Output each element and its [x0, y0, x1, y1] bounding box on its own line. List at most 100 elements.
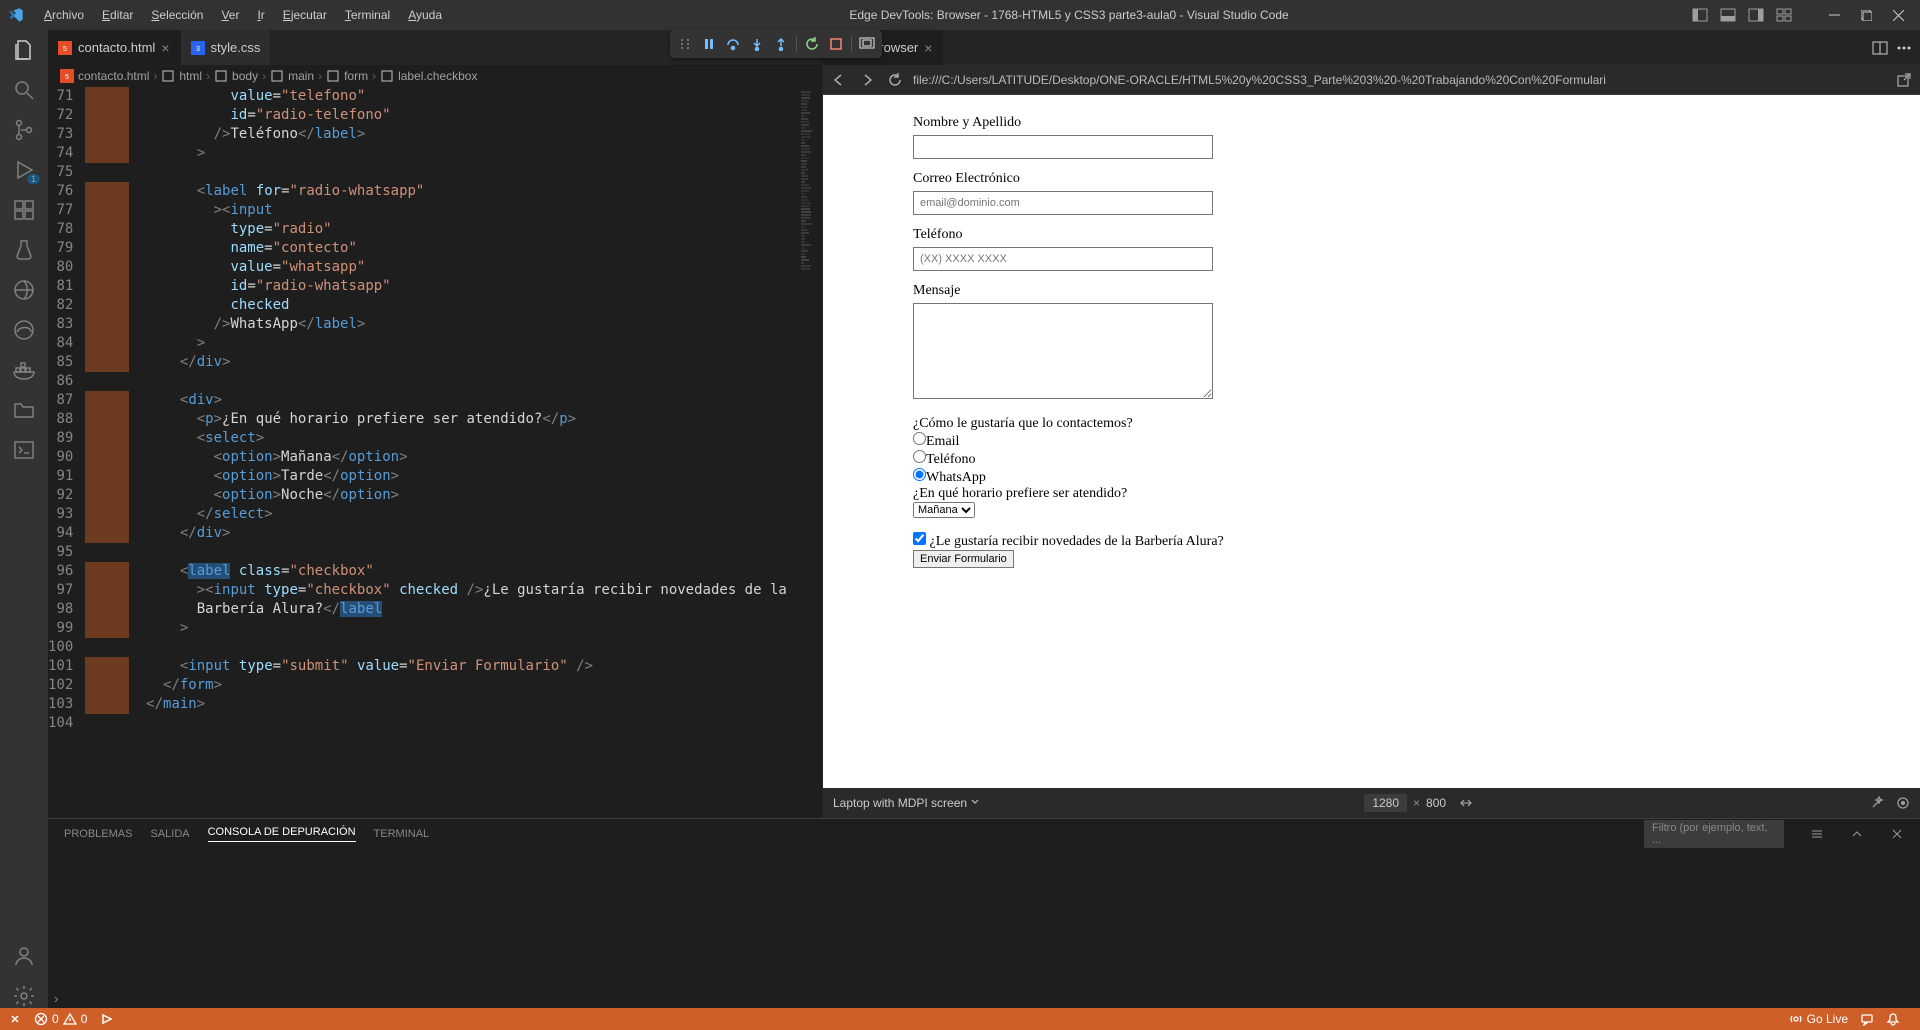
- menu-archivo[interactable]: Archivo: [36, 4, 92, 26]
- submit-button[interactable]: Enviar Formulario: [913, 550, 1014, 568]
- title-bar: ArchivoEditarSelecciónVerIrEjecutarTermi…: [0, 0, 1920, 30]
- close-icon[interactable]: ×: [924, 40, 932, 56]
- explorer-icon[interactable]: [12, 38, 36, 62]
- browser-preview[interactable]: Nombre y Apellido Correo Electrónico Tel…: [823, 95, 1920, 788]
- activity-bar: 1: [0, 30, 48, 1008]
- problems-status[interactable]: 0 0: [34, 1012, 87, 1026]
- device-emulation-bar: Laptop with MDPI screen 1280 × 800: [823, 788, 1920, 818]
- menu-selección[interactable]: Selección: [143, 4, 211, 26]
- reload-icon[interactable]: [885, 70, 905, 90]
- breadcrumb-item[interactable]: body: [214, 69, 258, 83]
- notifications-icon[interactable]: [1886, 1012, 1900, 1026]
- debug-console-body[interactable]: ›: [48, 849, 1920, 1008]
- menu-ejecutar[interactable]: Ejecutar: [275, 4, 335, 26]
- breadcrumb-icon: [214, 69, 228, 83]
- maximize-button[interactable]: [1852, 4, 1880, 26]
- html-file-icon: 5: [58, 41, 72, 55]
- split-editor-icon[interactable]: [1872, 40, 1888, 56]
- panel-tab-salida[interactable]: SALIDA: [150, 828, 189, 840]
- debug-toolbar[interactable]: [670, 30, 882, 58]
- email-input[interactable]: [913, 191, 1213, 215]
- breadcrumb-item[interactable]: html: [161, 69, 202, 83]
- device-selector[interactable]: Laptop with MDPI screen: [833, 796, 980, 810]
- panel-tab-problemas[interactable]: PROBLEMAS: [64, 828, 132, 840]
- minimize-button[interactable]: [1820, 4, 1848, 26]
- layout-panel-right-icon[interactable]: [1744, 4, 1768, 26]
- name-input[interactable]: [913, 135, 1213, 159]
- layout-panel-left-icon[interactable]: [1688, 4, 1712, 26]
- viewport-height[interactable]: 800: [1426, 796, 1446, 810]
- back-icon[interactable]: [829, 70, 849, 90]
- menu-editar[interactable]: Editar: [94, 4, 141, 26]
- close-button[interactable]: [1884, 4, 1912, 26]
- list-icon[interactable]: [1810, 827, 1824, 841]
- tab-contacto-html[interactable]: 5contacto.html×: [48, 30, 181, 65]
- breadcrumb-item[interactable]: label.checkbox: [380, 69, 477, 83]
- window-layout-controls: [1688, 4, 1912, 26]
- schedule-select[interactable]: Mañana: [913, 502, 975, 518]
- layout-customize-icon[interactable]: [1772, 4, 1796, 26]
- debug-status[interactable]: [99, 1012, 113, 1026]
- pause-icon[interactable]: [698, 33, 720, 55]
- more-actions-icon[interactable]: [1896, 40, 1912, 56]
- center-icon[interactable]: [1896, 796, 1910, 810]
- restart-icon[interactable]: [801, 33, 823, 55]
- collapse-icon[interactable]: [1850, 827, 1864, 841]
- phone-input[interactable]: [913, 247, 1213, 271]
- account-icon[interactable]: [12, 944, 36, 968]
- radio-email[interactable]: [913, 432, 926, 445]
- extensions-icon[interactable]: [12, 198, 36, 222]
- email-label: Correo Electrónico: [913, 171, 1920, 187]
- feedback-icon[interactable]: [1860, 1012, 1874, 1026]
- close-icon[interactable]: ×: [161, 40, 169, 56]
- live-share-icon[interactable]: [12, 278, 36, 302]
- folder-icon[interactable]: [12, 398, 36, 422]
- step-over-icon[interactable]: [722, 33, 744, 55]
- forward-icon[interactable]: [857, 70, 877, 90]
- code-editor[interactable]: 7172737475767778798081828384858687888990…: [48, 87, 822, 818]
- console-prompt-icon: ›: [54, 991, 58, 1006]
- panel-tab-consola-de-depuración[interactable]: CONSOLA DE DEPURACIÓN: [208, 826, 356, 842]
- close-icon[interactable]: [1890, 827, 1904, 841]
- breadcrumb-icon: [326, 69, 340, 83]
- breadcrumb-item[interactable]: main: [270, 69, 314, 83]
- message-textarea[interactable]: [913, 303, 1213, 399]
- magic-wand-icon[interactable]: [1870, 796, 1884, 810]
- menu-ver[interactable]: Ver: [213, 4, 247, 26]
- testing-icon[interactable]: [12, 238, 36, 262]
- breadcrumb-icon: [270, 69, 284, 83]
- edge-tools-icon[interactable]: [12, 318, 36, 342]
- layout-panel-bottom-icon[interactable]: [1716, 4, 1740, 26]
- panel-tab-terminal[interactable]: TERMINAL: [374, 828, 430, 840]
- screencast-icon[interactable]: [856, 33, 878, 55]
- docker-icon[interactable]: [12, 358, 36, 382]
- filter-input[interactable]: Filtro (por ejemplo, text, ...: [1644, 820, 1784, 848]
- newsletter-checkbox[interactable]: [913, 532, 926, 545]
- tab-style-css[interactable]: 3style.css: [181, 30, 272, 65]
- remote-indicator[interactable]: [8, 1012, 22, 1026]
- go-live-status[interactable]: Go Live: [1789, 1012, 1848, 1026]
- menu-ayuda[interactable]: Ayuda: [400, 4, 450, 26]
- debug-icon[interactable]: 1: [12, 158, 36, 182]
- stop-icon[interactable]: [825, 33, 847, 55]
- source-control-icon[interactable]: [12, 118, 36, 142]
- url-display[interactable]: file:///C:/Users/LATITUDE/Desktop/ONE-OR…: [913, 73, 1886, 87]
- breadcrumb-item[interactable]: form: [326, 69, 368, 83]
- menu-terminal[interactable]: Terminal: [337, 4, 398, 26]
- rotate-icon[interactable]: [1458, 796, 1474, 810]
- breadcrumb[interactable]: 5contacto.html›html›body›main›form›label…: [48, 65, 822, 87]
- drag-handle-icon[interactable]: [674, 33, 696, 55]
- viewport-width[interactable]: 1280: [1364, 794, 1407, 812]
- terminal-icon[interactable]: [12, 438, 36, 462]
- breadcrumb-item[interactable]: 5contacto.html: [60, 69, 149, 83]
- minimap[interactable]: [795, 87, 822, 818]
- radio-phone[interactable]: [913, 450, 926, 463]
- settings-gear-icon[interactable]: [12, 984, 36, 1008]
- step-into-icon[interactable]: [746, 33, 768, 55]
- step-out-icon[interactable]: [770, 33, 792, 55]
- editor-group-right: Tools: Browser × file:///C:/Users/LATITU…: [823, 30, 1920, 818]
- radio-whatsapp[interactable]: [913, 468, 926, 481]
- menu-ir[interactable]: Ir: [249, 4, 272, 26]
- open-external-icon[interactable]: [1894, 70, 1914, 90]
- search-icon[interactable]: [12, 78, 36, 102]
